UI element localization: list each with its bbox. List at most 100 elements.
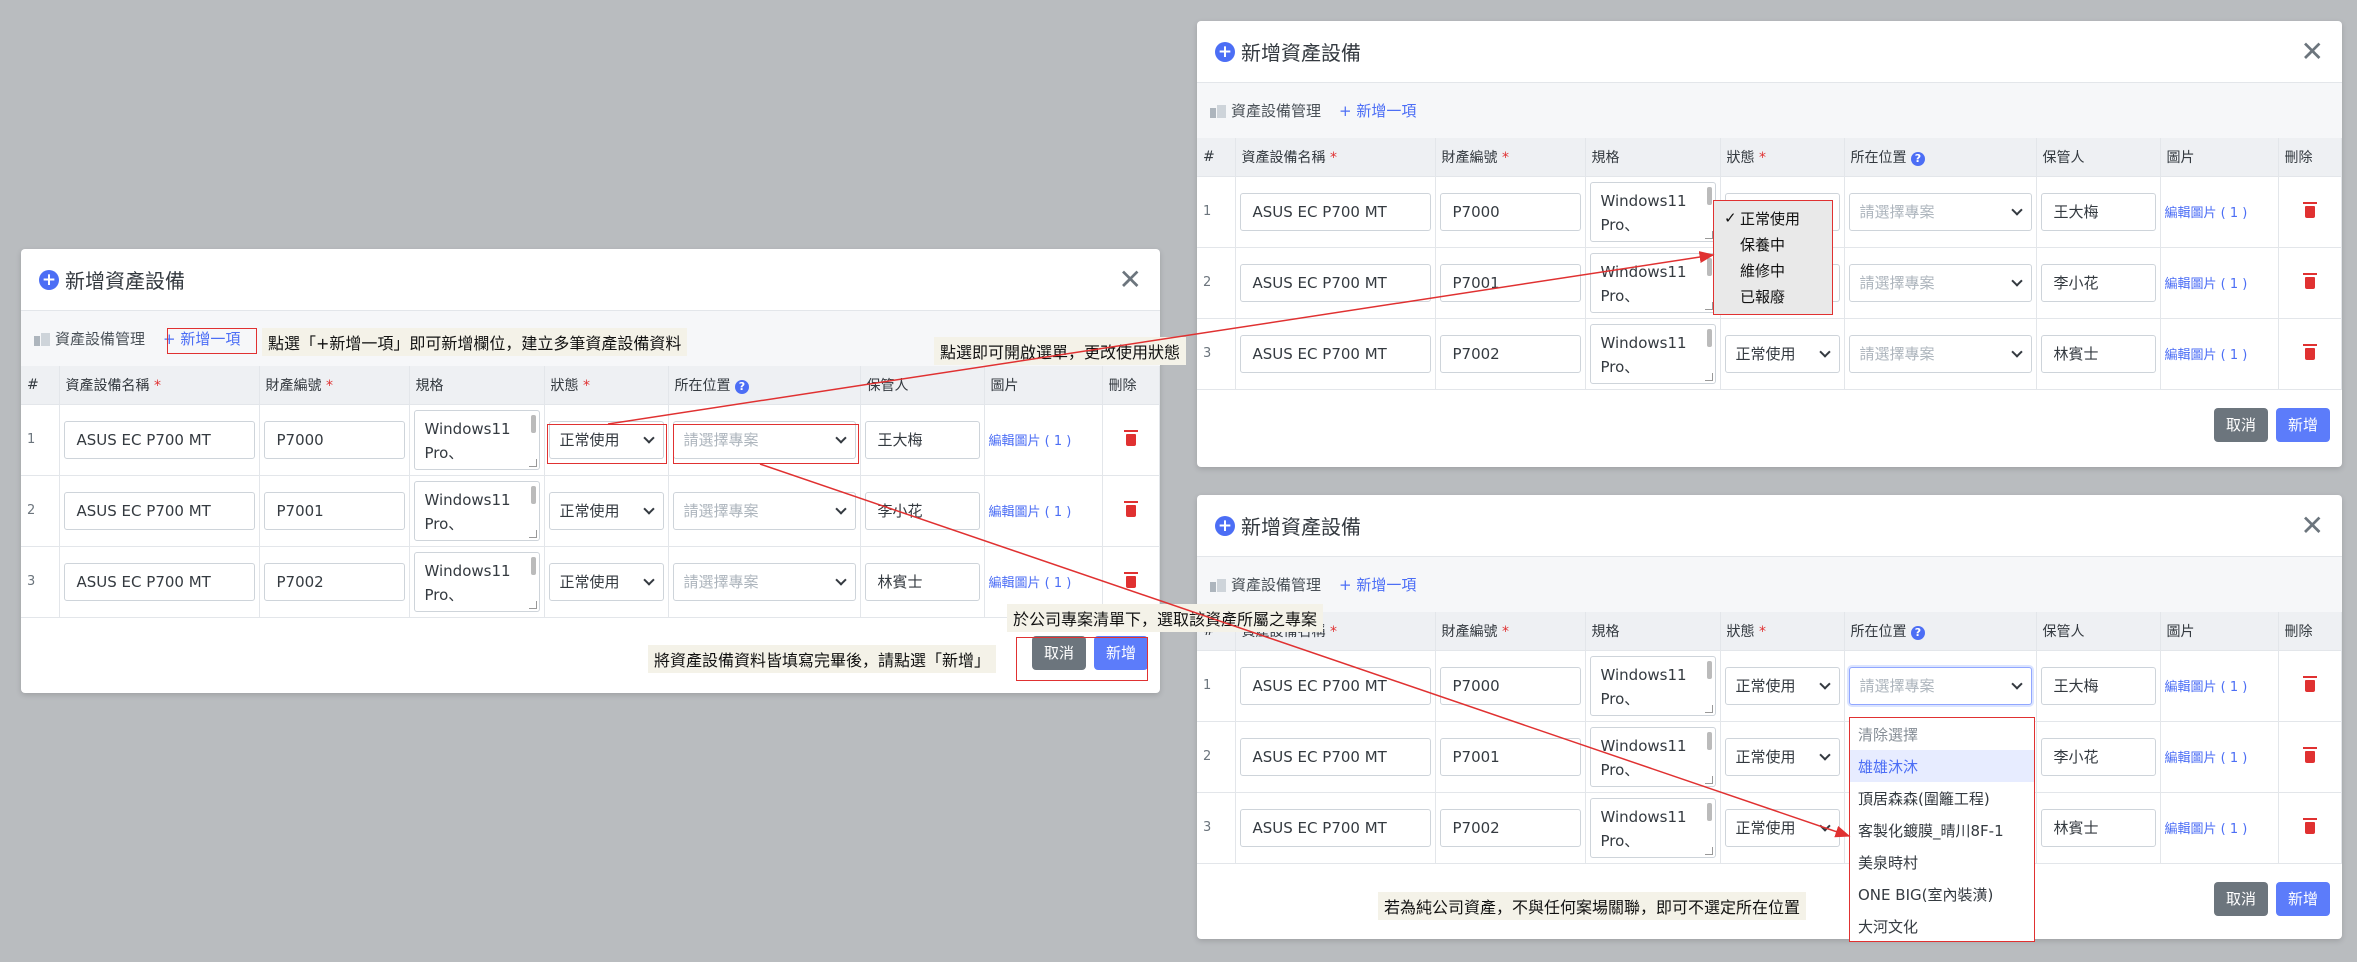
spec-textarea[interactable]: Windows11 Pro、 (413, 480, 540, 541)
keeper-field[interactable]: 李小花 (2040, 737, 2156, 776)
status-select[interactable]: 正常使用 (1724, 666, 1840, 705)
resize-handle[interactable] (528, 529, 537, 538)
location-option[interactable]: 客製化鍍膜_晴川8F-1 (1850, 814, 2034, 846)
trash-icon[interactable] (2302, 343, 2317, 360)
keeper-field[interactable]: 李小花 (2040, 263, 2156, 302)
edit-image-link[interactable]: 編輯圖片 ( 1 ) (2165, 822, 2248, 837)
location-select[interactable]: 請選擇專案 (1848, 192, 2032, 231)
add-circle-icon: + (1215, 41, 1235, 62)
highlight-buttons (1016, 637, 1148, 681)
spec-textarea[interactable]: Windows11 Pro、 (413, 409, 540, 470)
building-icon (1210, 104, 1226, 118)
cancel-button[interactable]: 取消 (2213, 881, 2268, 916)
edit-image-link[interactable]: 編輯圖片 ( 1 ) (989, 505, 1072, 520)
spec-textarea[interactable]: Windows11 Pro、 (1589, 181, 1716, 242)
asset-name-field[interactable]: ASUS EC P700 MT (1239, 737, 1431, 776)
status-option[interactable]: 保養中 (1714, 231, 1832, 257)
spec-textarea[interactable]: Windows11 Pro、 (1589, 797, 1716, 858)
trash-icon[interactable] (1123, 429, 1138, 446)
asset-name-field[interactable]: ASUS EC P700 MT (1239, 263, 1431, 302)
keeper-field[interactable]: 王大梅 (2040, 666, 2156, 705)
asset-code-field[interactable]: P7001 (263, 491, 405, 530)
status-select[interactable]: 正常使用 (1724, 334, 1840, 373)
location-dropdown-menu[interactable]: 清除選擇 雄雄沐沐 頂居森森(圍籬工程) 客製化鍍膜_晴川8F-1 美泉時村 O… (1849, 717, 2035, 942)
resize-handle[interactable] (528, 458, 537, 467)
close-icon[interactable]: ✕ (2301, 37, 2324, 66)
location-option[interactable]: ONE BIG(室內裝潢) (1850, 878, 2034, 910)
asset-code-field[interactable]: P7002 (1439, 334, 1581, 373)
location-option[interactable]: 雄雄沐沐 (1850, 750, 2034, 782)
keeper-field[interactable]: 王大梅 (2040, 192, 2156, 231)
edit-image-link[interactable]: 編輯圖片 ( 1 ) (2165, 206, 2248, 221)
asset-code-field[interactable]: P7000 (1439, 192, 1581, 231)
status-select[interactable]: 正常使用 (1724, 737, 1840, 776)
keeper-field[interactable]: 李小花 (864, 491, 980, 530)
add-item-button[interactable]: + 新增一項 (1335, 98, 1420, 123)
asset-name-field[interactable]: ASUS EC P700 MT (63, 562, 255, 601)
asset-code-field[interactable]: P7002 (1439, 808, 1581, 847)
row-index: 2 (1197, 720, 1236, 792)
asset-name-field[interactable]: ASUS EC P700 MT (63, 491, 255, 530)
asset-name-field[interactable]: ASUS EC P700 MT (1239, 334, 1431, 373)
spec-textarea[interactable]: Windows11 Pro、 (1589, 323, 1716, 384)
location-option-clear[interactable]: 清除選擇 (1850, 718, 2034, 750)
keeper-field[interactable]: 林賓士 (864, 562, 980, 601)
asset-name-field[interactable]: ASUS EC P700 MT (63, 420, 255, 459)
status-option[interactable]: 維修中 (1714, 257, 1832, 283)
trash-icon[interactable] (2302, 272, 2317, 289)
location-select[interactable]: 請選擇專案 (1848, 263, 2032, 302)
keeper-field[interactable]: 林賓士 (2040, 808, 2156, 847)
dialog-title: 新增資產設備 (1241, 515, 1361, 539)
close-icon[interactable]: ✕ (1119, 265, 1142, 294)
asset-name-field[interactable]: ASUS EC P700 MT (1239, 666, 1431, 705)
status-select[interactable]: 正常使用 (548, 562, 664, 601)
edit-image-link[interactable]: 編輯圖片 ( 1 ) (2165, 680, 2248, 695)
spec-textarea[interactable]: Windows11 Pro、 (413, 551, 540, 612)
add-item-button[interactable]: + 新增一項 (1335, 572, 1420, 597)
asset-code-field[interactable]: P7001 (1439, 737, 1581, 776)
resize-handle[interactable] (528, 600, 537, 609)
trash-icon[interactable] (2302, 817, 2317, 834)
scrollbar[interactable] (530, 556, 536, 575)
trash-icon[interactable] (2302, 201, 2317, 218)
status-dropdown-menu[interactable]: ✓ 正常使用 保養中 維修中 已報廢 (1713, 200, 1833, 315)
scrollbar[interactable] (530, 485, 536, 504)
edit-image-link[interactable]: 編輯圖片 ( 1 ) (989, 576, 1072, 591)
asset-name-field[interactable]: ASUS EC P700 MT (1239, 808, 1431, 847)
spec-textarea[interactable]: Windows11 Pro、 (1589, 726, 1716, 787)
edit-image-link[interactable]: 編輯圖片 ( 1 ) (2165, 277, 2248, 292)
location-select[interactable]: 請選擇專案 (672, 491, 856, 530)
location-select-open[interactable]: 請選擇專案 (1848, 666, 2032, 705)
status-option[interactable]: 已報廢 (1714, 283, 1832, 309)
location-option[interactable]: 頂居森森(圍籬工程) (1850, 782, 2034, 814)
edit-image-link[interactable]: 編輯圖片 ( 1 ) (2165, 751, 2248, 766)
status-select[interactable]: 正常使用 (1724, 808, 1840, 847)
submit-button[interactable]: 新增 (2275, 881, 2330, 916)
asset-code-field[interactable]: P7000 (1439, 666, 1581, 705)
spec-textarea[interactable]: Windows11 Pro、 (1589, 655, 1716, 716)
trash-icon[interactable] (1123, 571, 1138, 588)
location-option[interactable]: 大河文化 (1850, 910, 2034, 942)
location-option[interactable]: 美泉時村 (1850, 846, 2034, 878)
asset-code-field[interactable]: P7001 (1439, 263, 1581, 302)
edit-image-link[interactable]: 編輯圖片 ( 1 ) (2165, 348, 2248, 363)
trash-icon[interactable] (1123, 500, 1138, 517)
status-option[interactable]: ✓ 正常使用 (1714, 205, 1832, 231)
trash-icon[interactable] (2302, 675, 2317, 692)
edit-image-link[interactable]: 編輯圖片 ( 1 ) (989, 434, 1072, 449)
cancel-button[interactable]: 取消 (2213, 407, 2268, 442)
location-select[interactable]: 請選擇專案 (672, 562, 856, 601)
spec-textarea[interactable]: Windows11 Pro、 (1589, 252, 1716, 313)
submit-button[interactable]: 新增 (2275, 407, 2330, 442)
asset-code-field[interactable]: P7000 (263, 420, 405, 459)
keeper-field[interactable]: 王大梅 (864, 420, 980, 459)
location-select[interactable]: 請選擇專案 (1848, 334, 2032, 373)
close-icon[interactable]: ✕ (2301, 511, 2324, 540)
status-select[interactable]: 正常使用 (548, 491, 664, 530)
asset-code-field[interactable]: P7002 (263, 562, 405, 601)
keeper-field[interactable]: 林賓士 (2040, 334, 2156, 373)
chevron-down-icon (2010, 677, 2023, 690)
scrollbar[interactable] (530, 414, 536, 433)
trash-icon[interactable] (2302, 746, 2317, 763)
asset-name-field[interactable]: ASUS EC P700 MT (1239, 192, 1431, 231)
